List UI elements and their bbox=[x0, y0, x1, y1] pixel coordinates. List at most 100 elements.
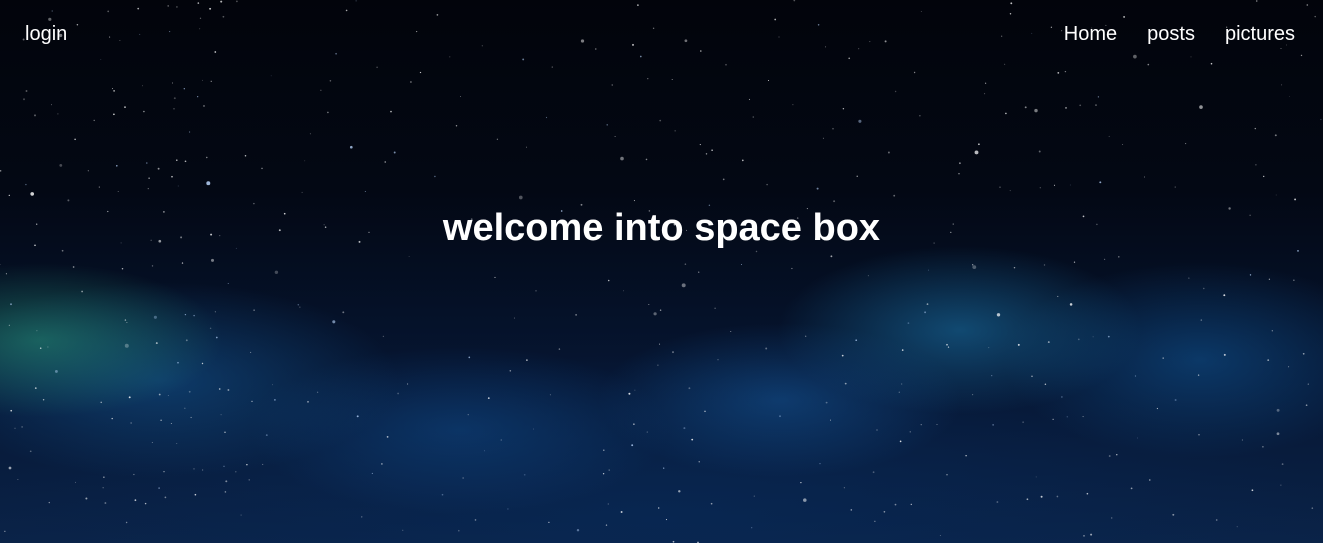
star bbox=[25, 183, 27, 186]
star bbox=[329, 80, 332, 82]
star bbox=[332, 320, 336, 324]
star bbox=[146, 162, 148, 164]
star bbox=[1082, 416, 1084, 418]
star bbox=[1320, 118, 1322, 121]
star bbox=[607, 503, 609, 505]
star bbox=[1137, 437, 1138, 439]
star bbox=[1275, 194, 1277, 196]
star bbox=[665, 519, 668, 521]
star bbox=[1095, 104, 1097, 106]
star bbox=[1001, 35, 1003, 37]
star bbox=[223, 465, 225, 467]
star bbox=[869, 41, 871, 43]
star bbox=[978, 143, 980, 146]
star bbox=[390, 110, 392, 113]
star bbox=[250, 351, 252, 353]
star bbox=[462, 477, 464, 479]
star bbox=[458, 529, 460, 532]
star bbox=[965, 454, 967, 457]
nav-link-posts[interactable]: posts bbox=[1147, 22, 1195, 46]
star bbox=[959, 162, 961, 165]
star bbox=[899, 440, 902, 443]
star bbox=[825, 401, 828, 404]
star bbox=[189, 131, 191, 133]
star bbox=[844, 382, 847, 385]
star bbox=[111, 88, 114, 90]
login-link[interactable]: login bbox=[25, 22, 67, 46]
star bbox=[1116, 454, 1118, 456]
star bbox=[1040, 495, 1043, 498]
star bbox=[1107, 335, 1110, 338]
star bbox=[87, 170, 89, 172]
star bbox=[449, 56, 451, 58]
star bbox=[48, 17, 52, 21]
star bbox=[620, 156, 624, 161]
star bbox=[711, 149, 713, 152]
star bbox=[1144, 176, 1145, 178]
star bbox=[710, 502, 713, 505]
star bbox=[75, 481, 76, 483]
star bbox=[210, 80, 212, 82]
star bbox=[659, 119, 662, 122]
star bbox=[631, 444, 634, 447]
star bbox=[1077, 338, 1080, 341]
star bbox=[1198, 434, 1200, 436]
star bbox=[850, 509, 853, 511]
star bbox=[833, 200, 836, 203]
star bbox=[907, 322, 910, 324]
star bbox=[1057, 295, 1059, 297]
star bbox=[611, 84, 613, 86]
star bbox=[1314, 15, 1316, 18]
star bbox=[825, 46, 827, 48]
star bbox=[144, 502, 147, 505]
star bbox=[1223, 294, 1226, 297]
star bbox=[175, 5, 178, 8]
star bbox=[752, 116, 755, 118]
star bbox=[751, 527, 753, 529]
star bbox=[1280, 484, 1282, 486]
star bbox=[855, 339, 858, 342]
hero-section: login Home posts pictures welcome into s… bbox=[0, 0, 1323, 543]
star bbox=[25, 90, 28, 92]
star bbox=[972, 264, 974, 266]
star bbox=[1162, 357, 1164, 359]
star bbox=[1306, 4, 1309, 6]
star bbox=[996, 501, 999, 503]
star bbox=[397, 392, 399, 395]
star bbox=[59, 164, 63, 167]
star bbox=[1050, 26, 1053, 28]
star bbox=[1271, 330, 1273, 332]
star bbox=[173, 108, 175, 110]
star bbox=[893, 194, 896, 197]
star bbox=[236, 0, 238, 3]
star bbox=[320, 89, 322, 91]
star bbox=[1241, 439, 1243, 441]
nav-link-pictures[interactable]: pictures bbox=[1225, 22, 1295, 46]
star bbox=[1147, 63, 1150, 66]
star bbox=[81, 290, 83, 293]
star bbox=[218, 388, 221, 390]
star bbox=[1073, 261, 1076, 263]
star bbox=[407, 383, 409, 385]
star bbox=[371, 472, 373, 474]
star bbox=[190, 416, 192, 419]
nav-link-home[interactable]: Home bbox=[1064, 22, 1117, 46]
star bbox=[1267, 359, 1270, 361]
star bbox=[725, 63, 727, 66]
star bbox=[104, 502, 107, 504]
star bbox=[409, 81, 412, 83]
star bbox=[246, 463, 248, 466]
star bbox=[121, 267, 124, 270]
star bbox=[197, 96, 199, 98]
star bbox=[1263, 175, 1265, 178]
star bbox=[984, 93, 986, 95]
main-nav: Home posts pictures bbox=[1064, 22, 1295, 46]
star bbox=[1172, 513, 1175, 516]
star bbox=[974, 150, 979, 155]
star bbox=[297, 304, 300, 306]
star bbox=[926, 303, 929, 305]
star bbox=[1294, 198, 1297, 201]
star bbox=[1013, 266, 1016, 269]
star bbox=[17, 479, 19, 481]
star bbox=[653, 312, 657, 316]
